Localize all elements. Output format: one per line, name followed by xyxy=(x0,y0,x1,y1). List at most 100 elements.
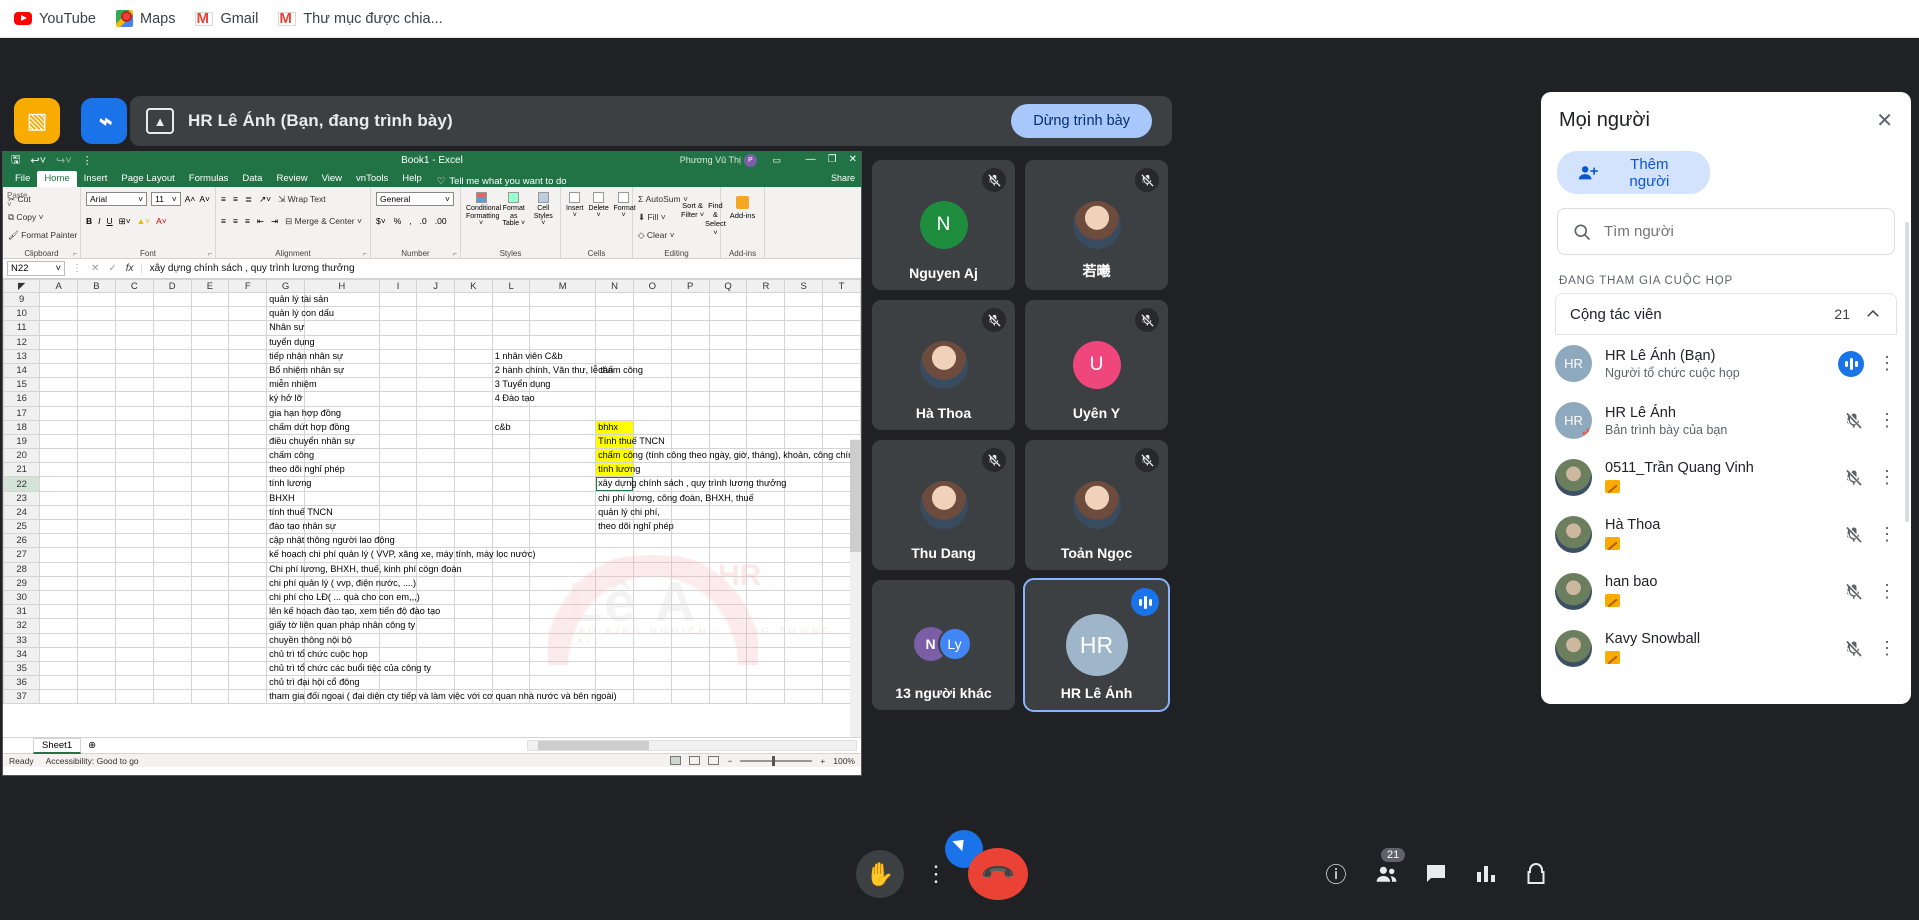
tab-view[interactable]: View xyxy=(315,171,349,187)
cell-E12[interactable] xyxy=(190,334,230,350)
page-layout-view-icon[interactable] xyxy=(689,756,701,765)
more-options-icon[interactable]: ⋮ xyxy=(1878,410,1897,431)
cell-Q31[interactable] xyxy=(708,604,748,620)
cell-J23[interactable] xyxy=(416,490,455,506)
cell-T12[interactable] xyxy=(822,334,861,350)
cell-F26[interactable] xyxy=(228,533,268,549)
cell-F9[interactable] xyxy=(228,291,268,308)
cell-C9[interactable] xyxy=(114,291,154,308)
cell-K16[interactable] xyxy=(453,391,493,407)
cell-Q34[interactable] xyxy=(708,646,748,662)
cell-J10[interactable] xyxy=(416,306,455,322)
cell-S29[interactable] xyxy=(784,575,824,591)
cell-K21[interactable] xyxy=(453,462,493,478)
cell-Q18[interactable] xyxy=(708,419,748,435)
cell-N19[interactable]: Tính thuế TNCN xyxy=(595,433,665,450)
cancel-icon[interactable]: ✕ xyxy=(91,263,99,274)
cell-M31[interactable] xyxy=(529,604,597,620)
row-header-11[interactable]: 11 xyxy=(3,320,41,336)
cell-G37[interactable]: tham gia đối ngoại ( đại diện cty tiếp v… xyxy=(266,689,617,705)
cell-R33[interactable] xyxy=(746,632,786,648)
cell-A13[interactable] xyxy=(39,348,79,364)
sheets-icon[interactable]: ▧ xyxy=(14,98,60,144)
cell-F32[interactable] xyxy=(228,618,268,634)
format-painter-button[interactable]: 🖌 Format Painter xyxy=(8,230,77,241)
copy-button[interactable]: ⧉ Copy ˅ xyxy=(8,212,44,223)
cell-C10[interactable] xyxy=(114,306,154,322)
cell-G29[interactable]: chi phí quản lý ( vvp, điện nước, ....) xyxy=(266,575,416,591)
restore-button[interactable]: ❐ xyxy=(828,154,837,165)
decrease-indent-icon[interactable]: ⇤ xyxy=(257,216,264,227)
cell-M30[interactable] xyxy=(529,589,597,606)
cell-H11[interactable] xyxy=(303,320,380,336)
cell-D17[interactable] xyxy=(152,405,192,421)
cell-O9[interactable] xyxy=(632,291,672,308)
cell-P11[interactable] xyxy=(670,320,710,336)
column-header-I[interactable]: I xyxy=(378,279,418,293)
cell-B19[interactable] xyxy=(77,433,116,450)
cell-O27[interactable] xyxy=(632,547,672,563)
cell-E32[interactable] xyxy=(190,618,230,634)
cell-P27[interactable] xyxy=(670,547,710,563)
cell-J32[interactable] xyxy=(416,618,455,634)
cell-S21[interactable] xyxy=(784,462,824,478)
cell-G34[interactable]: chủ trì tổ chức cuộc họp xyxy=(266,646,368,662)
more-options-icon[interactable]: ⋮ xyxy=(1878,638,1897,659)
cell-L18[interactable]: c&b xyxy=(491,419,531,435)
cell-F27[interactable] xyxy=(228,547,268,563)
cell-C14[interactable] xyxy=(114,362,154,379)
cell-B28[interactable] xyxy=(77,561,116,577)
cell-P14[interactable] xyxy=(670,362,710,379)
cell-K34[interactable] xyxy=(453,646,493,662)
cell-M26[interactable] xyxy=(529,533,597,549)
cell-O10[interactable] xyxy=(632,306,672,322)
cell-S14[interactable] xyxy=(784,362,824,379)
cell-G18[interactable]: chấm dứt hợp đồng xyxy=(266,419,350,435)
select-all-corner[interactable]: ◤ xyxy=(3,279,41,293)
cell-G9[interactable]: quản lý tài sản xyxy=(266,291,328,308)
cell-D20[interactable] xyxy=(152,448,192,464)
cell-R17[interactable] xyxy=(746,405,786,421)
cell-N9[interactable] xyxy=(595,291,634,308)
cell-H20[interactable] xyxy=(303,448,380,464)
cell-P10[interactable] xyxy=(670,306,710,322)
cell-D12[interactable] xyxy=(152,334,192,350)
cell-L31[interactable] xyxy=(491,604,531,620)
clipboard-dialog-launcher[interactable]: ⌐ xyxy=(73,251,77,258)
cell-A30[interactable] xyxy=(39,589,79,606)
cell-A18[interactable] xyxy=(39,419,79,435)
cell-B26[interactable] xyxy=(77,533,116,549)
cell-C32[interactable] xyxy=(114,618,154,634)
cell-D25[interactable] xyxy=(152,518,192,535)
number-format-field[interactable]: General ˅ xyxy=(376,192,454,206)
cell-Q13[interactable] xyxy=(708,348,748,364)
cell-A26[interactable] xyxy=(39,533,79,549)
cell-B10[interactable] xyxy=(77,306,116,322)
cell-K11[interactable] xyxy=(453,320,493,336)
cell-N16[interactable] xyxy=(595,391,634,407)
cell-K19[interactable] xyxy=(453,433,493,450)
cell-L25[interactable] xyxy=(491,518,531,535)
column-header-S[interactable]: S xyxy=(784,279,824,293)
cell-G32[interactable]: giấy tờ liên quan pháp nhân công ty xyxy=(266,618,415,634)
row-header-25[interactable]: 25 xyxy=(3,518,41,535)
cell-B23[interactable] xyxy=(77,490,116,506)
cell-E18[interactable] xyxy=(190,419,230,435)
cell-Q26[interactable] xyxy=(708,533,748,549)
cell-S26[interactable] xyxy=(784,533,824,549)
cell-R12[interactable] xyxy=(746,334,786,350)
increase-decimal-icon[interactable]: .0 xyxy=(420,216,427,226)
list-item[interactable]: HR HR Lê Ánh (Bạn) Người tổ chức cuộc họp ⋮ xyxy=(1555,335,1897,392)
cell-N21[interactable]: tính lương xyxy=(595,462,640,478)
cell-A15[interactable] xyxy=(39,377,79,393)
cell-S15[interactable] xyxy=(784,377,824,393)
cell-E25[interactable] xyxy=(190,518,230,535)
participant-tile[interactable]: 若曦 xyxy=(1025,160,1168,290)
cell-S33[interactable] xyxy=(784,632,824,648)
row-header-35[interactable]: 35 xyxy=(3,660,41,677)
cell-M9[interactable] xyxy=(529,291,597,308)
cell-D29[interactable] xyxy=(152,575,192,591)
cell-A17[interactable] xyxy=(39,405,79,421)
cell-B18[interactable] xyxy=(77,419,116,435)
list-item[interactable]: Hà Thoa ⋮ xyxy=(1555,506,1897,563)
